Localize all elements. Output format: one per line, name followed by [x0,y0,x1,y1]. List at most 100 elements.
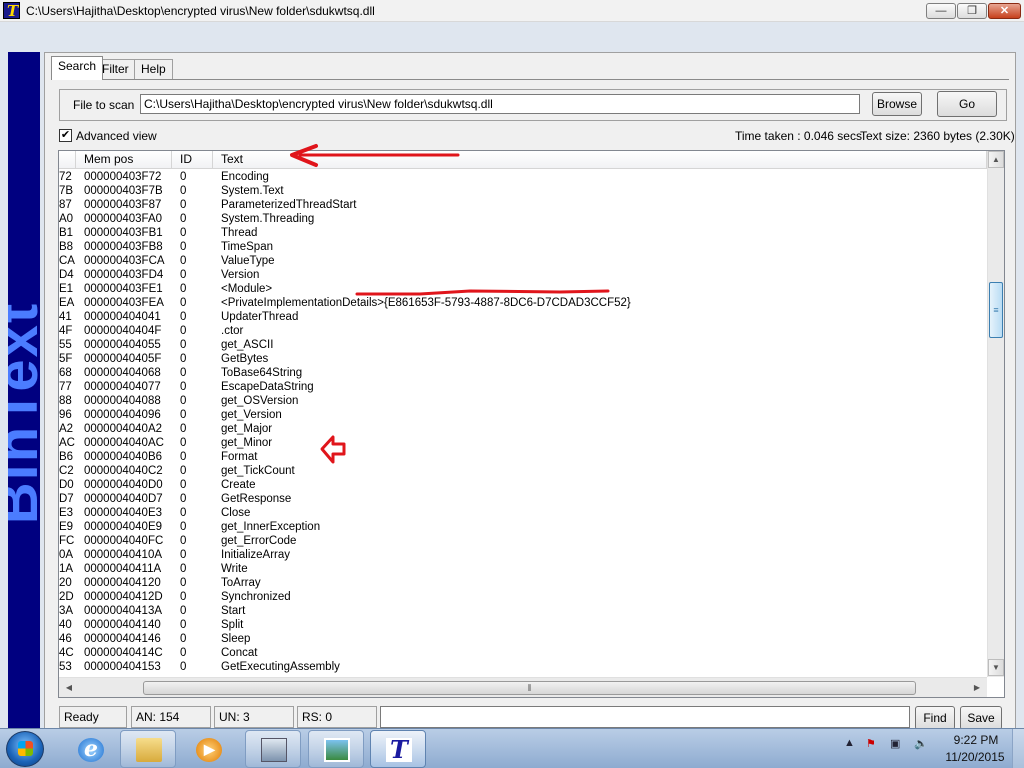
table-row[interactable]: 7B 000000403F7B 0 System.Text [59,184,987,198]
table-row[interactable]: AC 0000004040AC 0 get_Minor [59,436,987,450]
row-id: 0 [180,241,187,253]
brand-sidebar: BinText [8,52,40,740]
row-text: Write [221,563,248,575]
start-button[interactable] [6,731,44,767]
table-row[interactable]: 53 000000404153 0 GetExecutingAssembly [59,660,987,674]
table-row[interactable]: 55 000000404055 0 get_ASCII [59,338,987,352]
table-row[interactable]: 3A 00000040413A 0 Start [59,604,987,618]
table-row[interactable]: 5F 00000040405F 0 GetBytes [59,352,987,366]
table-row[interactable]: 0A 00000040410A 0 InitializeArray [59,548,987,562]
row-mem-pos: 000000403FA0 [84,213,163,225]
row-offset: 88 [59,395,72,407]
column-header-offset[interactable] [59,151,76,169]
table-row[interactable]: E3 0000004040E3 0 Close [59,506,987,520]
table-row[interactable]: D7 0000004040D7 0 GetResponse [59,492,987,506]
table-row[interactable]: EA 000000403FEA 0 <PrivateImplementationDet… [59,296,987,310]
table-row[interactable]: 4F 00000040404F 0 .ctor [59,324,987,338]
row-offset: 46 [59,633,72,645]
find-input[interactable] [380,706,910,728]
scroll-left-arrow-icon[interactable]: ◀ [61,680,77,696]
table-row[interactable]: B6 0000004040B6 0 Format [59,450,987,464]
table-row[interactable]: 40 000000404140 0 Split [59,618,987,632]
row-id: 0 [180,619,187,631]
row-text: <PrivateImplementationDetails>{E861653F-… [221,297,631,309]
table-row[interactable]: D4 000000403FD4 0 Version [59,268,987,282]
action-center-flag-icon[interactable]: ⚑ [866,737,876,750]
row-mem-pos: 000000404120 [84,577,161,589]
table-row[interactable]: D0 0000004040D0 0 Create [59,478,987,492]
table-row[interactable]: 72 000000403F72 0 Encoding [59,170,987,184]
table-row[interactable]: B8 000000403FB8 0 TimeSpan [59,240,987,254]
file-path-input[interactable] [140,94,860,114]
table-row[interactable]: 88 000000404088 0 get_OSVersion [59,394,987,408]
table-row[interactable]: A2 0000004040A2 0 get_Major [59,422,987,436]
vertical-scroll-thumb[interactable]: ≡ [989,282,1003,338]
taskbar-internet-explorer[interactable]: e [62,730,118,768]
table-row[interactable]: B1 000000403FB1 0 Thread [59,226,987,240]
horizontal-scroll-thumb[interactable]: ⦀ [143,681,916,695]
strings-list[interactable]: Mem pos ID Text 72 000000403F72 0 Encoding 7… [58,150,1005,698]
maximize-button[interactable]: ❐ [957,3,987,19]
row-mem-pos: 00000040404F [84,325,162,337]
table-row[interactable]: 87 000000403F87 0 ParameterizedThreadStart [59,198,987,212]
row-mem-pos: 000000404068 [84,367,161,379]
status-ready: Ready [59,706,127,728]
row-offset: D4 [59,269,74,281]
table-row[interactable]: 1A 00000040411A 0 Write [59,562,987,576]
row-text: Format [221,451,258,463]
close-button[interactable]: ✕ [988,3,1021,19]
text-size-text: Text size: 2360 bytes (2.30K) [860,129,1015,143]
table-row[interactable]: 20 000000404120 0 ToArray [59,576,987,590]
table-row[interactable]: C2 0000004040C2 0 get_TickCount [59,464,987,478]
table-row[interactable]: CA 000000403FCA 0 ValueType [59,254,987,268]
row-offset: 4F [59,325,73,337]
taskbar-windows-explorer[interactable] [120,730,176,768]
scroll-right-arrow-icon[interactable]: ▶ [969,680,985,696]
table-row[interactable]: 96 000000404096 0 get_Version [59,408,987,422]
row-text: get_InnerException [221,521,321,533]
vertical-scrollbar[interactable]: ▲ ≡ ▼ [987,151,1004,677]
network-status-icon[interactable]: ▣ [890,737,900,750]
find-button[interactable]: Find [915,706,955,730]
show-hidden-icons-icon[interactable]: ▲ [844,737,855,749]
column-header-id[interactable]: ID [172,151,213,169]
taskbar-network-computer[interactable] [245,730,301,768]
table-row[interactable]: FC 0000004040FC 0 get_ErrorCode [59,534,987,548]
column-header-text[interactable]: Text [213,151,987,169]
tab-search[interactable]: Search [51,56,104,80]
row-text: Synchronized [221,591,291,603]
scroll-down-arrow-icon[interactable]: ▼ [988,659,1004,676]
taskbar-bintext[interactable]: T [370,730,426,768]
row-offset: E9 [59,521,74,533]
minimize-button[interactable]: — [926,3,956,19]
row-offset: 77 [59,381,72,393]
table-row[interactable]: 46 000000404146 0 Sleep [59,632,987,646]
taskbar-media-player[interactable]: ▶ [180,730,236,768]
advanced-view-checkbox[interactable]: ✔ [59,129,72,142]
row-offset: CA [59,255,75,267]
table-row[interactable]: 4C 00000040414C 0 Concat [59,646,987,660]
go-button[interactable]: Go [937,91,997,117]
table-row[interactable]: E9 0000004040E9 0 get_InnerException [59,520,987,534]
column-header-mem-pos[interactable]: Mem pos [76,151,172,169]
save-button[interactable]: Save [960,706,1002,730]
bintext-app-icon[interactable]: T [3,2,20,20]
row-id: 0 [180,255,187,267]
taskbar-image-viewer[interactable] [308,730,364,768]
table-row[interactable]: 68 000000404068 0 ToBase64String [59,366,987,380]
table-row[interactable]: E1 000000403FE1 0 <Module> [59,282,987,296]
table-row[interactable]: A0 000000403FA0 0 System.Threading [59,212,987,226]
table-row[interactable]: 2D 00000040412D 0 Synchronized [59,590,987,604]
scroll-up-arrow-icon[interactable]: ▲ [988,151,1004,168]
show-desktop-button[interactable] [1012,729,1024,768]
row-mem-pos: 00000040414C [84,647,163,659]
volume-icon[interactable]: 🔈 [914,737,928,750]
tab-help[interactable]: Help [134,59,173,79]
table-row[interactable]: 41 000000404041 0 UpdaterThread [59,310,987,324]
browse-button[interactable]: Browse [872,92,922,116]
horizontal-scrollbar[interactable]: ◀ ⦀ ▶ [59,677,987,697]
row-id: 0 [180,409,187,421]
clock-date[interactable]: 11/20/2015 [940,750,1010,764]
table-row[interactable]: 77 000000404077 0 EscapeDataString [59,380,987,394]
clock-time[interactable]: 9:22 PM [946,733,1006,747]
